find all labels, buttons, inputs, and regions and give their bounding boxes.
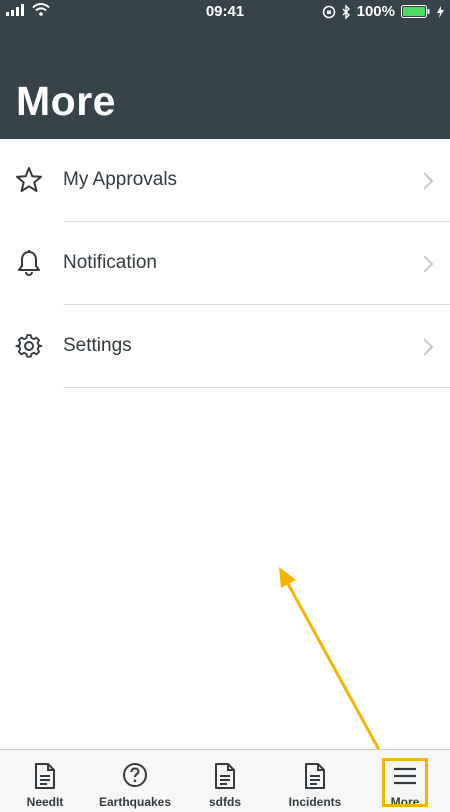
status-right: 100%: [322, 3, 444, 20]
bluetooth-icon: [342, 4, 350, 19]
document-icon: [35, 763, 55, 789]
chevron-right-icon: [423, 338, 434, 356]
battery-percentage: 100%: [356, 3, 395, 20]
orientation-lock-icon: [322, 5, 335, 18]
more-menu-list: My Approvals Notification Settings: [0, 139, 450, 388]
chevron-right-icon: [423, 255, 434, 273]
tab-needit[interactable]: NeedIt: [0, 750, 90, 812]
menu-item-my-approvals[interactable]: My Approvals: [0, 139, 450, 222]
document-icon: [305, 763, 325, 789]
status-bar: 09:41 100%: [0, 0, 450, 24]
tab-sdfds[interactable]: sdfds: [180, 750, 270, 812]
navigation-header: 09:41 100% More: [0, 0, 450, 139]
star-icon: [16, 167, 42, 192]
menu-item-settings[interactable]: Settings: [0, 305, 450, 388]
document-icon: [215, 763, 235, 789]
battery-icon: [401, 5, 430, 18]
chevron-right-icon: [423, 172, 434, 190]
tab-label: Incidents: [288, 795, 342, 809]
annotation-highlight-box: [382, 758, 428, 807]
divider: [63, 387, 450, 388]
tab-label: Earthquakes: [98, 795, 172, 809]
menu-item-label: Settings: [63, 335, 132, 356]
tab-incidents[interactable]: Incidents: [270, 750, 360, 812]
menu-item-label: Notification: [63, 252, 157, 273]
menu-item-notification[interactable]: Notification: [0, 222, 450, 305]
page-title: More: [16, 78, 116, 124]
tab-label: NeedIt: [26, 795, 64, 809]
bell-icon: [18, 250, 40, 277]
tab-earthquakes[interactable]: Earthquakes: [90, 750, 180, 812]
question-circle-icon: [123, 763, 147, 787]
menu-item-label: My Approvals: [63, 169, 178, 190]
gear-icon: [15, 334, 43, 358]
charging-icon: [437, 5, 444, 18]
tab-label: sdfds: [208, 795, 241, 809]
